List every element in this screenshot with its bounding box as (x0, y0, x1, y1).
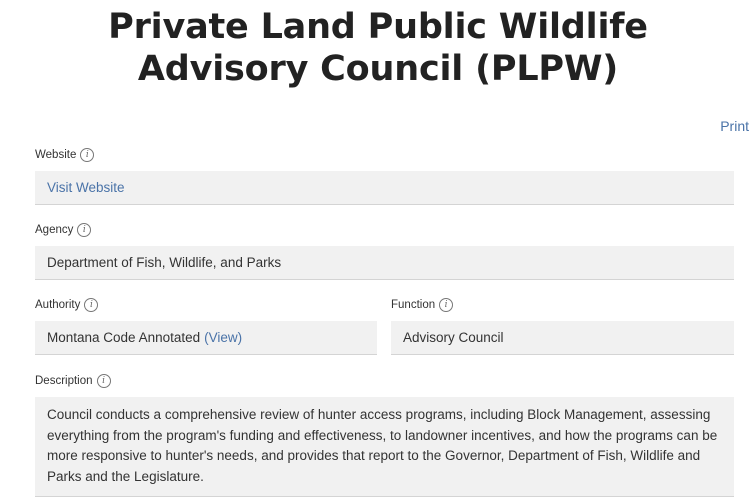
agency-value-box: Department of Fish, Wildlife, and Parks (35, 246, 734, 280)
function-value: Advisory Council (403, 330, 504, 345)
page-title: Private Land Public Wildlife Advisory Co… (108, 7, 648, 89)
website-value-box: Visit Website (35, 171, 734, 205)
website-label: Website (35, 149, 77, 161)
description-label-row: Description i (35, 372, 734, 390)
website-label-row: Website i (35, 146, 734, 164)
visit-website-link[interactable]: Visit Website (47, 180, 125, 195)
description-field: Description i Council conducts a compreh… (35, 372, 734, 497)
website-info-icon[interactable]: i (80, 148, 95, 162)
description-label: Description (35, 375, 93, 387)
authority-info-icon[interactable]: i (84, 298, 99, 312)
description-info-icon[interactable]: i (96, 374, 111, 388)
description-value-box: Council conducts a comprehensive review … (35, 397, 734, 497)
function-value-box: Advisory Council (391, 321, 734, 355)
function-label: Function (391, 299, 436, 311)
function-field: Function i Advisory Council (391, 296, 734, 355)
website-field: Website i Visit Website (35, 146, 734, 205)
agency-info-icon[interactable]: i (77, 223, 92, 237)
authority-label: Authority (35, 299, 81, 311)
agency-value: Department of Fish, Wildlife, and Parks (47, 255, 282, 270)
authority-value: Montana Code Annotated (47, 330, 201, 345)
authority-field: Authority i Montana Code Annotated (View… (35, 296, 377, 355)
authority-label-row: Authority i (35, 296, 377, 314)
description-value: Council conducts a comprehensive review … (47, 407, 718, 484)
function-label-row: Function i (391, 296, 734, 314)
agency-label-row: Agency i (35, 221, 734, 239)
print-link[interactable]: Print (720, 118, 749, 134)
authority-view-link[interactable]: (View) (204, 330, 242, 345)
agency-label: Agency (35, 224, 74, 236)
agency-field: Agency i Department of Fish, Wildlife, a… (35, 221, 734, 280)
function-info-icon[interactable]: i (439, 298, 454, 312)
authority-value-box: Montana Code Annotated (View) (35, 321, 377, 355)
